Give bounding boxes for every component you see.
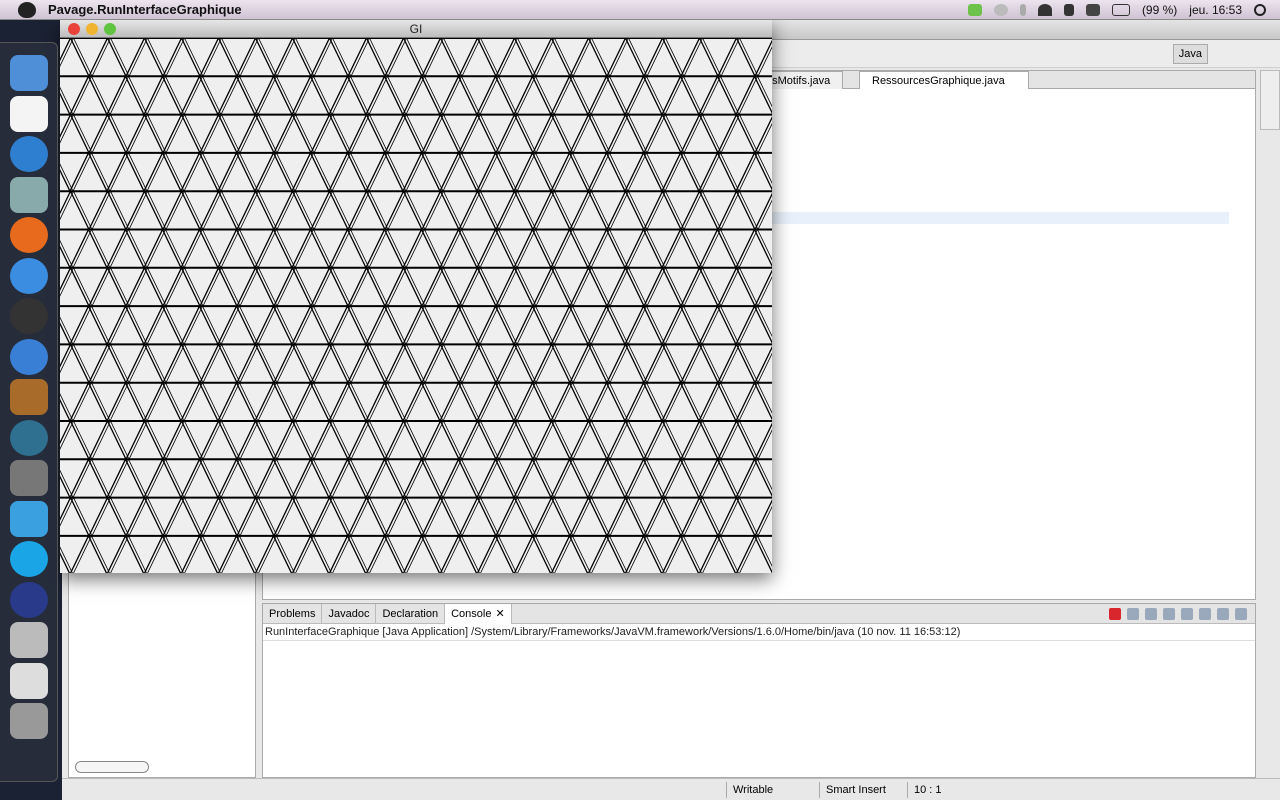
dock-messenger-icon[interactable] [10, 500, 48, 537]
triangle-tiling [60, 38, 772, 573]
time-machine-icon[interactable] [993, 3, 1008, 16]
gi-window: GI [60, 20, 772, 573]
pin-console-icon[interactable] [1199, 607, 1211, 620]
console-view: Problems Javadoc Declaration Console ✕ Ru… [262, 603, 1256, 778]
open-console-icon[interactable] [1235, 607, 1247, 620]
java-perspective-button[interactable]: Java [1172, 44, 1208, 64]
tab-label: Problems [269, 607, 316, 620]
tab-label: Console [451, 607, 492, 620]
remove-all-icon[interactable] [1145, 607, 1157, 620]
gi-title-bar[interactable]: GI [60, 20, 772, 38]
gi-title: GI [409, 22, 423, 36]
dock-time-machine-icon[interactable] [10, 419, 48, 456]
dock-dashboard-icon[interactable] [10, 298, 48, 334]
tab-label: Declaration [382, 607, 439, 620]
clear-console-icon[interactable] [1163, 607, 1175, 620]
close-button[interactable] [68, 23, 80, 35]
close-icon[interactable]: ✕ [495, 604, 504, 624]
dock-safari-icon[interactable] [10, 257, 48, 294]
dock-trash-icon[interactable] [10, 703, 48, 739]
triangle-zigzag [60, 228, 772, 270]
dock-firefox-icon[interactable] [10, 217, 48, 253]
battery-percent[interactable]: (99 %) [1142, 3, 1177, 17]
bluetooth-icon[interactable] [1019, 3, 1026, 16]
dock-eclipse-icon[interactable] [10, 581, 48, 618]
minimize-button[interactable] [86, 23, 98, 35]
triangle-zigzag [60, 74, 772, 117]
clock[interactable]: jeu. 16:53 [1189, 3, 1242, 17]
dock-x11-icon[interactable] [10, 95, 48, 132]
status-insert-mode: Smart Insert [819, 782, 886, 798]
editor-tab-ressources-graphique[interactable]: RessourcesGraphique.java [859, 71, 1029, 89]
apple-menu-icon[interactable] [18, 1, 36, 18]
dock-preview-icon[interactable] [10, 176, 48, 213]
tab-problems[interactable]: Problems [263, 603, 323, 624]
status-writable: Writable [726, 782, 773, 798]
display-console-icon[interactable] [1217, 607, 1229, 620]
right-trim-bar [1260, 70, 1280, 130]
dock-app-store-icon[interactable] [10, 136, 48, 172]
triangle-zigzag [60, 381, 772, 423]
dock-skype-icon[interactable] [10, 541, 48, 577]
scroll-lock-icon[interactable] [1181, 607, 1193, 620]
app-name-menu[interactable]: Pavage.RunInterfaceGraphique [48, 2, 242, 17]
triangle-zigzag [60, 151, 772, 193]
horizontal-scrollbar[interactable] [75, 761, 149, 773]
console-launch-info: RunInterfaceGraphique [Java Application]… [263, 624, 1255, 641]
status-cursor-position: 10 : 1 [907, 782, 942, 798]
status-app-icon[interactable] [967, 3, 982, 16]
tab-console[interactable]: Console ✕ [445, 603, 512, 624]
tab-declaration[interactable]: Declaration [376, 603, 446, 624]
battery-icon[interactable] [1111, 3, 1130, 16]
terminate-icon[interactable] [1109, 607, 1121, 620]
tab-label: Javadoc [328, 607, 370, 620]
triangle-zigzag [60, 457, 772, 500]
status-bar: Writable Smart Insert 10 : 1 [62, 778, 1280, 800]
volume-icon[interactable] [1063, 3, 1074, 16]
wifi-icon[interactable] [1037, 3, 1052, 16]
tab-javadoc[interactable]: Javadoc [322, 603, 377, 624]
dock-script-editor-icon[interactable] [10, 662, 48, 699]
dock-system-preferences-icon[interactable] [10, 460, 48, 496]
input-menu-icon[interactable] [1085, 3, 1100, 16]
remove-launch-icon[interactable] [1127, 607, 1139, 620]
dock-iphoto-icon[interactable] [10, 379, 48, 415]
dock-itunes-icon[interactable] [10, 338, 48, 375]
dock-finder-icon[interactable] [10, 55, 48, 91]
zoom-button[interactable] [104, 23, 116, 35]
triangle-zigzag [60, 304, 772, 346]
dock-calculator-icon[interactable] [10, 622, 48, 658]
spotlight-search-icon[interactable] [1254, 3, 1266, 16]
triangle-zigzag [60, 534, 772, 573]
tiling-canvas [60, 38, 772, 573]
dock [0, 42, 58, 782]
menu-bar: Pavage.RunInterfaceGraphique (99 %) jeu.… [0, 0, 1280, 20]
